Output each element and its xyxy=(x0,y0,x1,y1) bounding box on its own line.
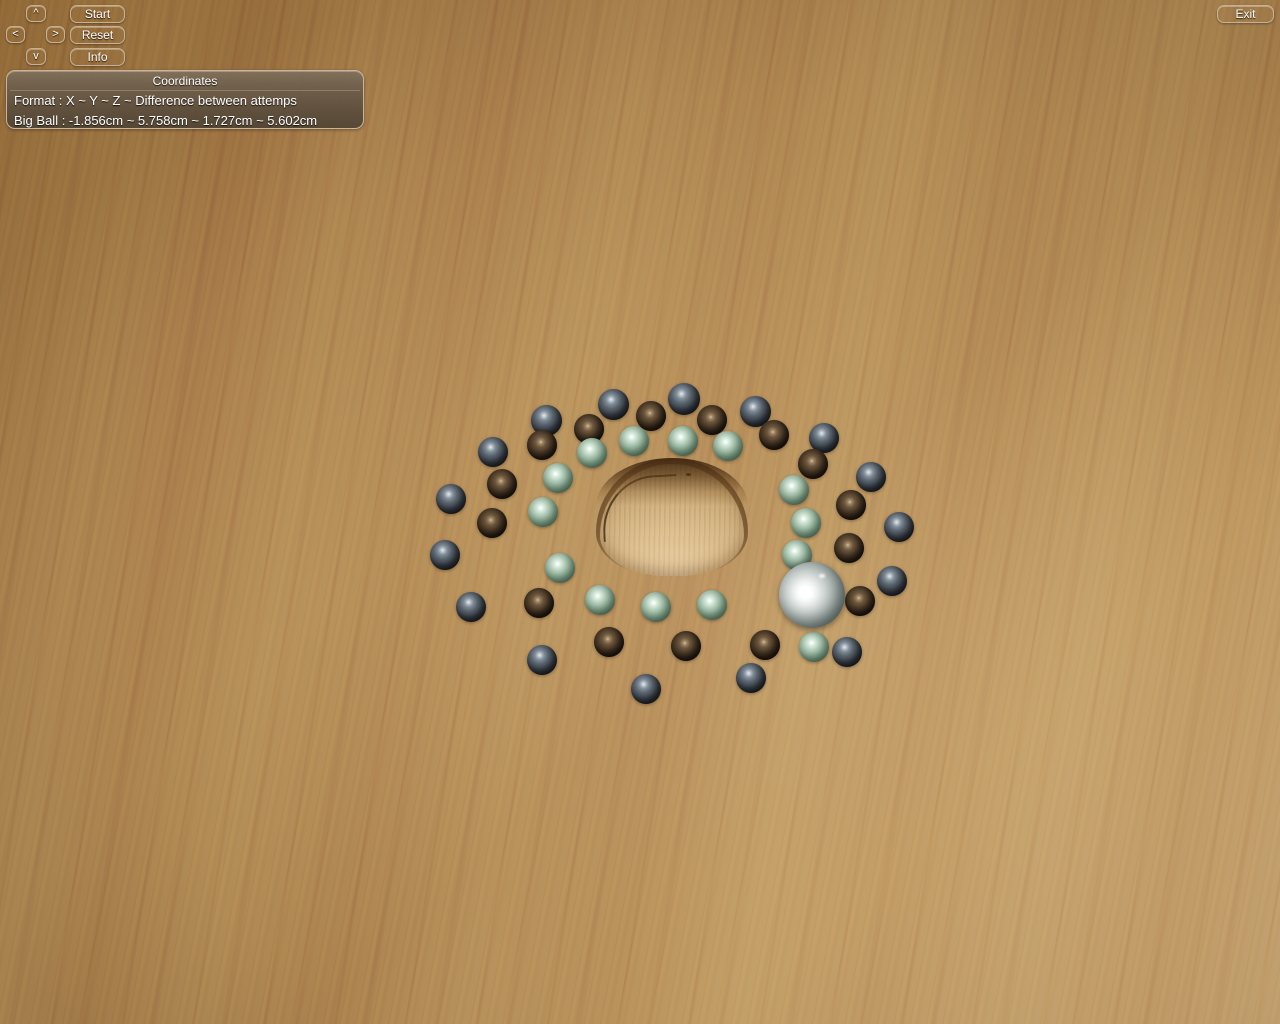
small-ball xyxy=(487,469,517,499)
small-ball xyxy=(750,630,780,660)
small-ball xyxy=(884,512,914,542)
coordinates-panel-title: Coordinates xyxy=(152,74,218,88)
game-window: ^ < > v Start Reset Info Exit Coordinate… xyxy=(0,0,1280,1024)
small-ball xyxy=(856,462,886,492)
small-ball xyxy=(585,585,615,615)
small-ball xyxy=(736,663,766,693)
small-ball xyxy=(528,497,558,527)
small-ball xyxy=(697,405,727,435)
small-ball xyxy=(478,437,508,467)
move-down-button[interactable]: v xyxy=(26,48,46,65)
small-ball xyxy=(791,508,821,538)
small-ball xyxy=(430,540,460,570)
move-left-button[interactable]: < xyxy=(6,26,25,43)
small-ball xyxy=(834,533,864,563)
coordinates-big-ball-line: Big Ball : -1.856cm ~ 5.758cm ~ 1.727cm … xyxy=(14,113,318,128)
small-ball xyxy=(456,592,486,622)
big-ball[interactable] xyxy=(779,562,845,628)
small-ball xyxy=(477,508,507,538)
small-ball xyxy=(598,389,629,420)
small-ball xyxy=(527,645,557,675)
small-ball xyxy=(631,674,661,704)
small-ball xyxy=(671,631,701,661)
small-ball xyxy=(577,438,607,468)
coordinates-panel: Coordinates Format : X ~ Y ~ Z ~ Differe… xyxy=(6,70,364,129)
coordinates-format-line: Format : X ~ Y ~ Z ~ Difference between … xyxy=(14,93,297,108)
small-ball xyxy=(836,490,866,520)
small-ball xyxy=(713,431,743,461)
small-ball xyxy=(759,420,789,450)
small-ball xyxy=(545,553,575,583)
small-ball xyxy=(668,426,698,456)
small-ball xyxy=(436,484,466,514)
wood-table-background xyxy=(0,0,1280,1024)
small-ball xyxy=(594,627,624,657)
exit-button[interactable]: Exit xyxy=(1217,5,1274,23)
info-button[interactable]: Info xyxy=(70,48,125,66)
reset-button[interactable]: Reset xyxy=(70,26,125,44)
small-ball xyxy=(799,632,829,662)
small-ball xyxy=(524,588,554,618)
small-ball xyxy=(845,586,875,616)
small-ball xyxy=(641,592,671,622)
small-ball xyxy=(668,383,700,415)
move-right-button[interactable]: > xyxy=(46,26,65,43)
small-ball xyxy=(877,566,907,596)
small-ball xyxy=(779,475,809,505)
small-ball xyxy=(527,430,557,460)
small-ball xyxy=(543,463,573,493)
small-ball xyxy=(619,426,649,456)
small-ball xyxy=(832,637,862,667)
small-ball xyxy=(697,590,727,620)
move-up-button[interactable]: ^ xyxy=(26,5,46,22)
start-button[interactable]: Start xyxy=(70,5,125,23)
small-ball xyxy=(798,449,828,479)
